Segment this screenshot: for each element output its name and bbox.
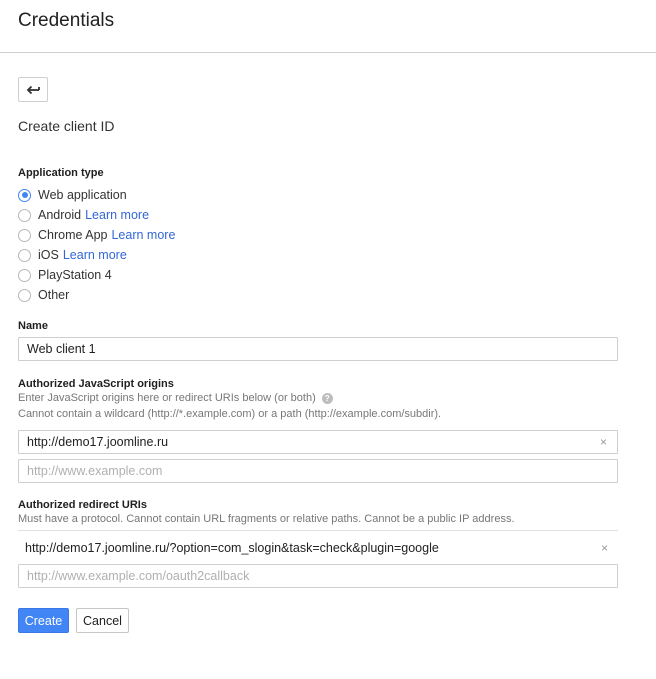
- back-button[interactable]: [18, 77, 48, 102]
- redirect-uris-help: Must have a protocol. Cannot contain URL…: [18, 513, 515, 525]
- help-icon[interactable]: ?: [321, 392, 333, 404]
- js-origin-input[interactable]: http://demo17.joomline.ru ×: [18, 430, 618, 454]
- radio-label: Other: [38, 288, 70, 302]
- radio-label: iOS: [38, 248, 59, 262]
- learn-more-link[interactable]: Learn more: [85, 208, 149, 222]
- js-origins-label: Authorized JavaScript origins: [18, 378, 174, 390]
- js-origin-value: http://demo17.joomline.ru: [27, 435, 169, 449]
- redirect-uri-row[interactable]: http://demo17.joomline.ru/?option=com_sl…: [18, 536, 618, 560]
- redirect-uri-placeholder: http://www.example.com/oauth2callback: [27, 569, 250, 583]
- js-origins-help-text: Enter JavaScript origins here or redirec…: [18, 392, 316, 404]
- cancel-button[interactable]: Cancel: [76, 608, 129, 633]
- radio-ios[interactable]: iOS Learn more: [18, 246, 127, 264]
- radio-button[interactable]: [18, 268, 31, 282]
- clear-icon[interactable]: ×: [601, 541, 608, 555]
- name-input[interactable]: Web client 1: [18, 337, 618, 361]
- radio-label: Web application: [38, 188, 127, 202]
- redirect-uri-new-input[interactable]: http://www.example.com/oauth2callback: [18, 564, 618, 588]
- redirect-uris-label: Authorized redirect URIs: [18, 499, 147, 511]
- application-type-label: Application type: [18, 167, 104, 179]
- radio-chrome-app[interactable]: Chrome App Learn more: [18, 226, 175, 244]
- name-input-value: Web client 1: [27, 342, 96, 356]
- js-origins-help: Enter JavaScript origins here or redirec…: [18, 392, 333, 404]
- learn-more-link[interactable]: Learn more: [111, 228, 175, 242]
- name-label: Name: [18, 320, 48, 332]
- create-button[interactable]: Create: [18, 608, 69, 633]
- divider: [18, 530, 618, 531]
- radio-button[interactable]: [18, 228, 31, 242]
- section-title: Create client ID: [18, 118, 115, 134]
- radio-other[interactable]: Other: [18, 286, 69, 304]
- js-origins-constraint: Cannot contain a wildcard (http://*.exam…: [18, 408, 442, 420]
- radio-web-application[interactable]: Web application: [18, 186, 127, 204]
- radio-playstation-4[interactable]: PlayStation 4: [18, 266, 112, 284]
- page-header: Credentials: [0, 0, 656, 53]
- js-origin-new-input[interactable]: http://www.example.com: [18, 459, 618, 483]
- radio-label: Chrome App: [38, 228, 108, 242]
- radio-label: PlayStation 4: [38, 268, 112, 282]
- radio-button[interactable]: [18, 288, 31, 302]
- radio-label: Android: [38, 208, 82, 222]
- radio-android[interactable]: Android Learn more: [18, 206, 149, 224]
- page-title: Credentials: [18, 10, 115, 31]
- clear-icon[interactable]: ×: [600, 435, 607, 449]
- radio-button[interactable]: [18, 248, 31, 262]
- redirect-uri-value: http://demo17.joomline.ru/?option=com_sl…: [25, 541, 439, 555]
- learn-more-link[interactable]: Learn more: [63, 248, 127, 262]
- back-arrow-icon: [26, 85, 40, 94]
- radio-button[interactable]: [18, 188, 31, 202]
- js-origin-placeholder: http://www.example.com: [27, 464, 163, 478]
- radio-button[interactable]: [18, 208, 31, 222]
